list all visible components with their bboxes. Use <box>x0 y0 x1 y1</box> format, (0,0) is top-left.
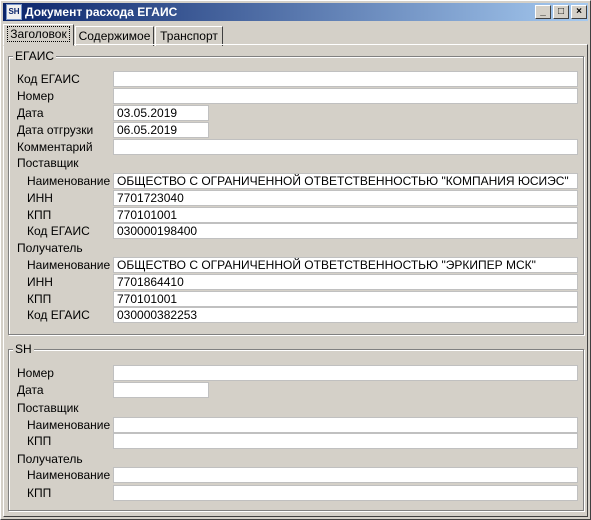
tab-contents-label: Содержимое <box>78 29 151 43</box>
sh-recipient-name-label: Наименование <box>27 468 111 482</box>
supplier-kpp-field[interactable]: 770101001 <box>113 207 578 223</box>
sh-date-label: Дата <box>17 383 44 397</box>
comment-label: Комментарий <box>17 140 93 154</box>
sh-number-label: Номер <box>17 366 54 380</box>
recipient-kpp-label: КПП <box>27 292 52 306</box>
date-label: Дата <box>17 106 44 120</box>
recipient-egais-code-field[interactable]: 030000382253 <box>113 307 578 323</box>
app-icon: SH <box>6 4 22 20</box>
supplier-name-field[interactable]: ОБЩЕСТВО С ОГРАНИЧЕННОЙ ОТВЕТСТВЕННОСТЬЮ… <box>113 173 578 189</box>
supplier-label: Поставщик <box>17 156 79 170</box>
maximize-button[interactable]: □ <box>553 5 569 19</box>
egais-code-field[interactable] <box>113 71 578 87</box>
recipient-egais-code-label: Код ЕГАИС <box>27 308 90 322</box>
sh-supplier-kpp-field[interactable] <box>113 433 578 449</box>
tab-header[interactable]: Заголовок <box>3 24 74 46</box>
egais-code-label: Код ЕГАИС <box>17 72 80 86</box>
window-title: Документ расхода ЕГАИС <box>25 5 178 19</box>
ship-date-label: Дата отгрузки <box>17 123 94 137</box>
recipient-name-field[interactable]: ОБЩЕСТВО С ОГРАНИЧЕННОЙ ОТВЕТСТВЕННОСТЬЮ… <box>113 257 578 273</box>
comment-field[interactable] <box>113 139 578 155</box>
recipient-inn-field[interactable]: 7701864410 <box>113 274 578 290</box>
sh-recipient-name-field[interactable] <box>113 467 578 483</box>
supplier-kpp-label: КПП <box>27 208 52 222</box>
sh-supplier-name-label: Наименование <box>27 418 111 432</box>
recipient-name-label: Наименование <box>27 258 111 272</box>
sh-number-field[interactable] <box>113 365 578 381</box>
supplier-inn-label: ИНН <box>27 191 53 205</box>
number-label: Номер <box>17 89 54 103</box>
sh-supplier-name-field[interactable] <box>113 417 578 433</box>
minimize-button[interactable]: _ <box>535 5 551 19</box>
supplier-name-label: Наименование <box>27 174 111 188</box>
egais-group-title: ЕГАИС <box>13 49 56 63</box>
ship-date-field[interactable]: 06.05.2019 <box>113 122 209 138</box>
supplier-egais-code-label: Код ЕГАИС <box>27 224 90 238</box>
number-field[interactable] <box>113 88 578 104</box>
sh-group-title: SH <box>13 342 34 356</box>
sh-date-field[interactable] <box>113 382 209 398</box>
title-bar[interactable]: SH Документ расхода ЕГАИС _ □ × <box>3 3 588 21</box>
date-field[interactable]: 03.05.2019 <box>113 105 209 121</box>
supplier-egais-code-field[interactable]: 030000198400 <box>113 223 578 239</box>
supplier-inn-field[interactable]: 7701723040 <box>113 190 578 206</box>
sh-recipient-kpp-label: КПП <box>27 486 52 500</box>
sh-recipient-label: Получатель <box>17 452 83 466</box>
sh-supplier-label: Поставщик <box>17 401 79 415</box>
recipient-kpp-field[interactable]: 770101001 <box>113 291 578 307</box>
sh-supplier-kpp-label: КПП <box>27 434 52 448</box>
sh-recipient-kpp-field[interactable] <box>113 485 578 501</box>
recipient-label: Получатель <box>17 241 83 255</box>
tab-transport-label: Транспорт <box>160 29 218 43</box>
close-button[interactable]: × <box>571 5 587 19</box>
tab-header-label: Заголовок <box>7 26 70 42</box>
tab-contents[interactable]: Содержимое <box>75 26 154 46</box>
recipient-inn-label: ИНН <box>27 275 53 289</box>
tab-transport[interactable]: Транспорт <box>155 26 223 46</box>
